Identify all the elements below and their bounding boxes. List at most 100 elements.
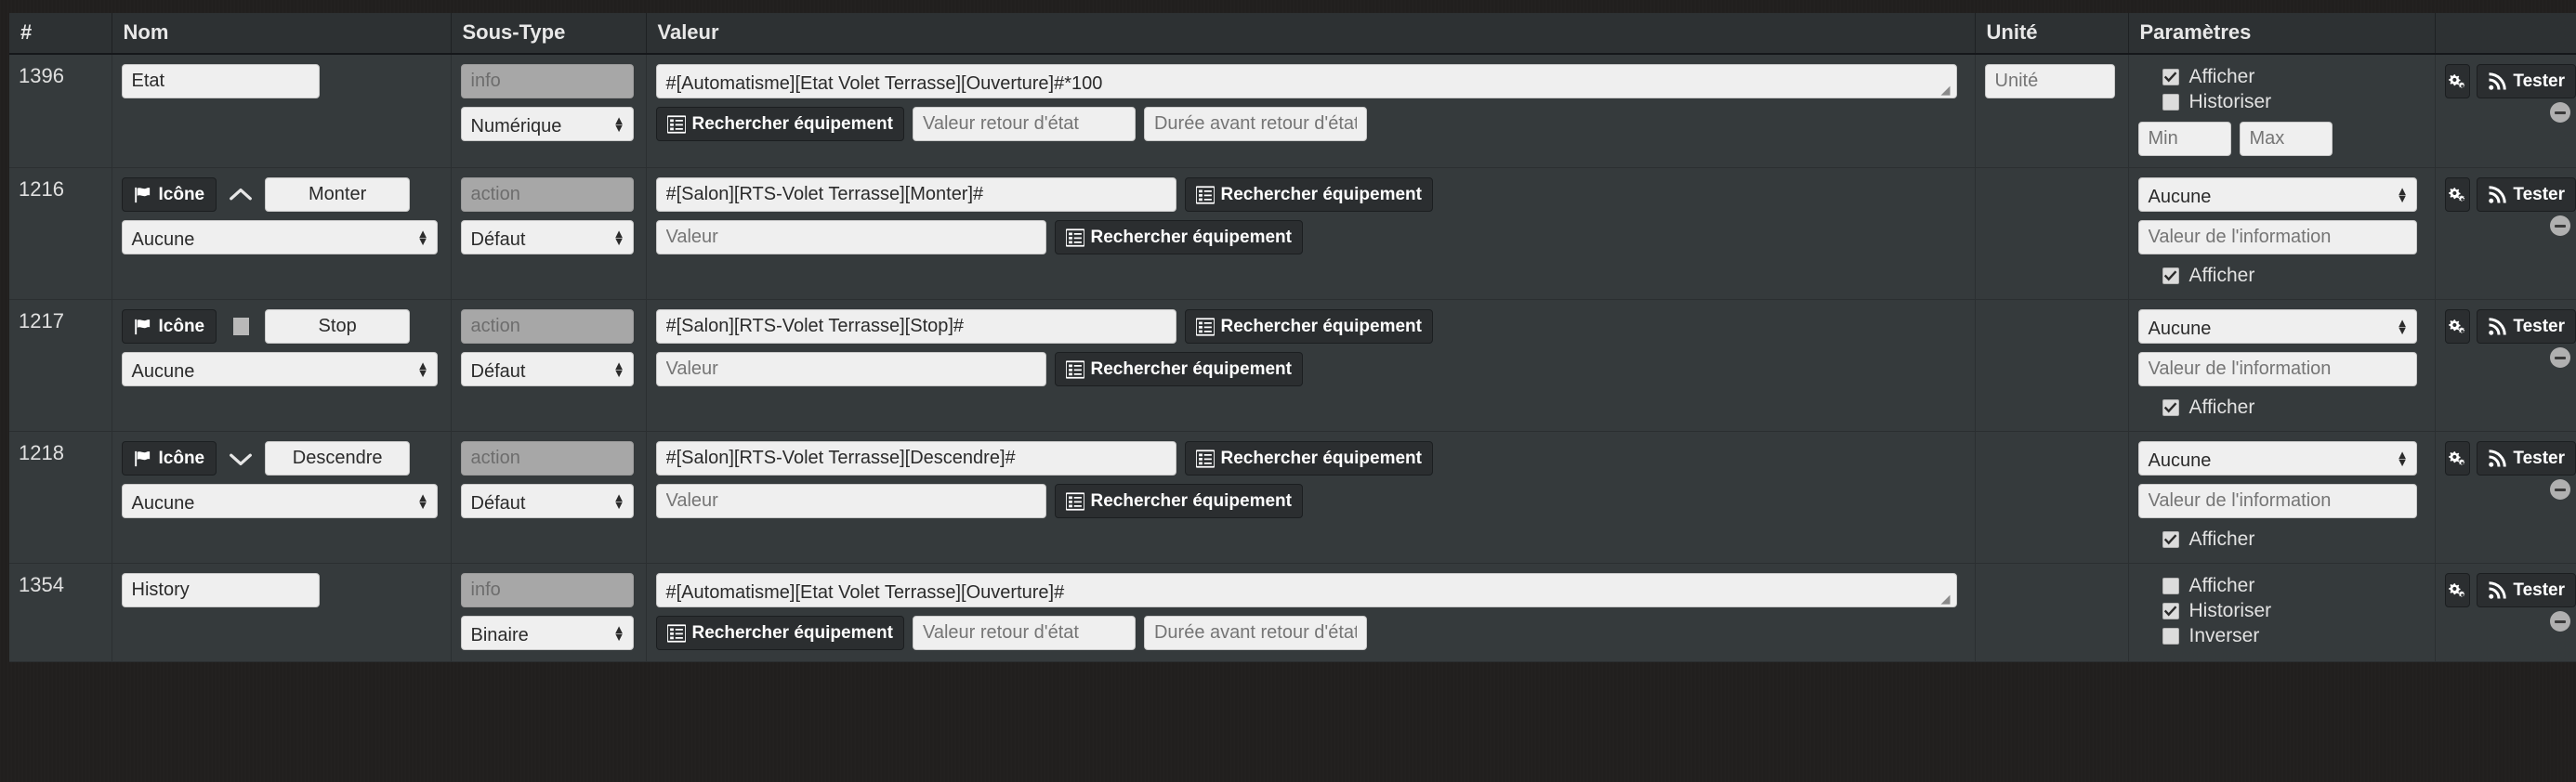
command-name-input[interactable]: [265, 309, 411, 344]
configure-button[interactable]: [2444, 573, 2471, 607]
command-name-input[interactable]: [265, 441, 411, 476]
sub-value-input[interactable]: [655, 484, 1046, 518]
stop-square-icon[interactable]: [225, 309, 256, 344]
afficher-checkbox[interactable]: [2162, 68, 2179, 85]
list-icon: [1065, 491, 1084, 511]
gears-icon: [2449, 319, 2465, 333]
command-subtype-select[interactable]: Défaut ▲ ▼: [460, 484, 634, 518]
resize-grip-icon[interactable]: ◢: [1941, 84, 1954, 97]
chevron-updown-icon: ▲ ▼: [612, 226, 625, 248]
historiser-checkbox[interactable]: [2162, 93, 2179, 111]
command-unit-input[interactable]: [1984, 64, 2115, 98]
chevron-up-icon[interactable]: [225, 177, 256, 212]
tester-label: Tester: [2513, 184, 2565, 204]
afficher-checkbox-row[interactable]: Afficher: [2138, 527, 2425, 552]
param-info-value-input[interactable]: [2137, 352, 2417, 386]
command-name-input[interactable]: [265, 177, 411, 212]
param-info-select[interactable]: Aucune ▲ ▼: [2137, 177, 2417, 212]
afficher-label: Afficher: [2188, 65, 2255, 87]
tester-button[interactable]: Tester: [2477, 177, 2576, 212]
remove-command-button[interactable]: [2550, 215, 2570, 236]
state-return-delay-input[interactable]: [1143, 107, 1367, 141]
rss-signal-icon: [2489, 580, 2507, 599]
command-name-input[interactable]: [121, 64, 320, 98]
command-value-input[interactable]: [655, 309, 1176, 344]
tester-button[interactable]: Tester: [2477, 573, 2576, 607]
afficher-checkbox-row[interactable]: Afficher: [2138, 64, 2425, 89]
command-unit-select[interactable]: Aucune ▲ ▼: [121, 352, 438, 386]
remove-command-button[interactable]: [2550, 611, 2570, 632]
icone-button[interactable]: Icône: [121, 309, 217, 344]
command-unit-select[interactable]: Aucune ▲ ▼: [121, 220, 438, 254]
resize-grip-icon[interactable]: ◢: [1941, 593, 1954, 606]
afficher-label: Afficher: [2188, 396, 2255, 418]
afficher-checkbox-row[interactable]: Afficher: [2138, 395, 2425, 420]
icone-button[interactable]: Icône: [121, 441, 217, 476]
configure-button[interactable]: [2444, 64, 2471, 98]
state-return-value-input[interactable]: [912, 107, 1136, 141]
historiser-checkbox-row[interactable]: Historiser: [2138, 598, 2425, 623]
inverser-checkbox-row[interactable]: Inverser: [2138, 623, 2425, 648]
table-row: 1218 Icône Aucune: [9, 431, 2576, 564]
search-equipment-button[interactable]: Rechercher équipement: [1184, 441, 1433, 476]
command-value-input[interactable]: [655, 177, 1176, 212]
remove-command-button[interactable]: [2550, 479, 2570, 500]
configure-button[interactable]: [2444, 177, 2471, 212]
command-subtype-value: Défaut: [470, 361, 526, 382]
state-return-value-input[interactable]: [912, 616, 1136, 650]
chevron-up-svg: [230, 188, 253, 200]
check-icon: [2163, 269, 2176, 280]
command-params-cell: Aucune ▲▼ Afficher: [2128, 167, 2436, 300]
inverser-checkbox[interactable]: [2162, 627, 2179, 645]
search-equipment-button[interactable]: Rechercher équipement: [1184, 177, 1433, 212]
search-equipment-button-2[interactable]: Rechercher équipement: [1054, 352, 1303, 386]
min-input[interactable]: [2137, 122, 2231, 156]
afficher-checkbox-row[interactable]: Afficher: [2138, 263, 2425, 288]
tester-button[interactable]: Tester: [2477, 309, 2576, 344]
sub-value-input[interactable]: [655, 352, 1046, 386]
remove-command-button[interactable]: [2550, 102, 2570, 123]
table-row: 1216 Icône Aucune: [9, 167, 2576, 300]
command-value-textarea[interactable]: #[Automatisme][Etat Volet Terrasse][Ouve…: [655, 573, 1957, 607]
state-return-delay-input[interactable]: [1143, 616, 1367, 650]
param-info-select[interactable]: Aucune ▲ ▼: [2137, 309, 2417, 344]
command-value-textarea[interactable]: #[Automatisme][Etat Volet Terrasse][Ouve…: [655, 64, 1957, 98]
search-equipment-button[interactable]: Rechercher équipement: [1184, 309, 1433, 344]
search-equipment-button[interactable]: Rechercher équipement: [655, 107, 904, 141]
configure-button[interactable]: [2444, 441, 2471, 476]
column-header-unite: Unité: [1975, 13, 2129, 55]
historiser-checkbox[interactable]: [2162, 602, 2179, 619]
afficher-checkbox[interactable]: [2162, 398, 2179, 416]
command-value-input[interactable]: [655, 441, 1176, 476]
command-subtype-select[interactable]: Défaut ▲ ▼: [460, 352, 634, 386]
icone-button[interactable]: Icône: [121, 177, 217, 212]
param-info-select[interactable]: Aucune ▲ ▼: [2137, 441, 2417, 476]
tester-button[interactable]: Tester: [2477, 441, 2576, 476]
param-info-value-input[interactable]: [2137, 484, 2417, 518]
search-equipment-button-2[interactable]: Rechercher équipement: [1054, 484, 1303, 518]
afficher-checkbox[interactable]: [2162, 577, 2179, 594]
command-subtype-value: Défaut: [470, 229, 526, 250]
chevron-down-icon[interactable]: [225, 441, 256, 476]
param-info-value-input[interactable]: [2137, 220, 2417, 254]
max-input[interactable]: [2239, 122, 2333, 156]
tester-button[interactable]: Tester: [2477, 64, 2576, 98]
command-subtype-select[interactable]: Binaire ▲ ▼: [460, 616, 634, 650]
command-subtype-cell: Défaut ▲▼: [451, 431, 647, 564]
afficher-checkbox[interactable]: [2162, 530, 2179, 548]
configure-button[interactable]: [2444, 309, 2471, 344]
command-unit-select[interactable]: Aucune ▲ ▼: [121, 484, 438, 518]
afficher-checkbox[interactable]: [2162, 267, 2179, 284]
command-params-cell: Aucune ▲▼ Afficher: [2128, 431, 2436, 564]
command-subtype-select[interactable]: Défaut ▲ ▼: [460, 220, 634, 254]
command-subtype-select[interactable]: Numérique ▲ ▼: [460, 107, 634, 141]
afficher-checkbox-row[interactable]: Afficher: [2138, 573, 2425, 598]
minus-icon: [2555, 224, 2566, 228]
command-name-input[interactable]: [121, 573, 320, 607]
search-equipment-button-2[interactable]: Rechercher équipement: [1054, 220, 1303, 254]
sub-value-input[interactable]: [655, 220, 1046, 254]
search-equipment-button[interactable]: Rechercher équipement: [655, 616, 904, 650]
historiser-checkbox-row[interactable]: Historiser: [2138, 89, 2425, 114]
command-unit-value: Aucune: [131, 229, 195, 250]
remove-command-button[interactable]: [2550, 347, 2570, 368]
